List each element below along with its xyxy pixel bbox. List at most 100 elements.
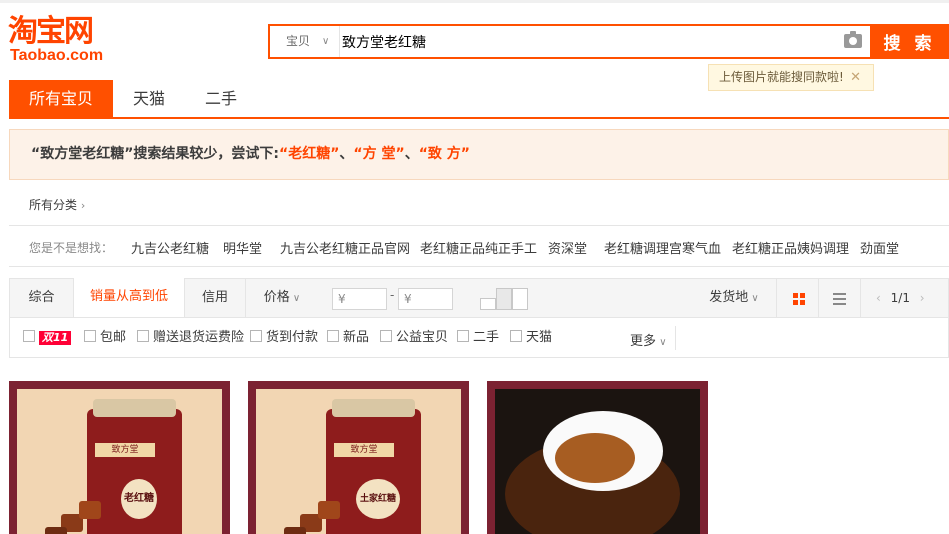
chevron-right-icon[interactable]: › — [920, 291, 925, 305]
filter-charity[interactable]: 公益宝贝 — [380, 330, 448, 346]
sort-bar: 综合 销量从高到低 信用 价格 ∨ ¥ - ¥ 发货地 ∨ ‹ 1/1 › — [9, 278, 949, 318]
price-min-input[interactable]: ¥ — [332, 288, 387, 310]
filter-label: 货到付款 — [266, 330, 319, 345]
product-image[interactable] — [495, 389, 700, 534]
checkbox[interactable] — [327, 330, 339, 342]
notice-separator: 、 — [339, 146, 354, 162]
product-image[interactable]: 致方堂 土家红糖 — [256, 389, 461, 534]
search-button[interactable]: 搜 索 — [870, 24, 949, 59]
chevron-left-icon[interactable]: ‹ — [876, 291, 881, 305]
product-brand-label: 致方堂 — [334, 443, 394, 457]
filter-row: 双11 包邮 赠送退货运费险 货到付款 新品 公益宝贝 二手 天猫 更多 ∨ — [9, 318, 949, 358]
product-name-label: 土家红糖 — [356, 479, 400, 519]
divider — [776, 279, 777, 317]
checkbox[interactable] — [457, 330, 469, 342]
sort-by-price[interactable]: 价格 ∨ — [256, 279, 308, 317]
filter-label: 天猫 — [526, 330, 553, 345]
sort-by-credit[interactable]: 信用 — [185, 279, 245, 317]
filter-label: 新品 — [343, 330, 370, 345]
filter-new[interactable]: 新品 — [327, 330, 369, 346]
product-card[interactable]: 致方堂 老红糖 — [9, 381, 230, 534]
divider — [818, 279, 819, 317]
camera-icon[interactable] — [844, 31, 862, 48]
ship-from-label: 发货地 — [709, 290, 749, 305]
sort-by-sales[interactable]: 销量从高到低 — [73, 278, 185, 317]
tab-secondhand[interactable]: 二手 — [185, 80, 257, 117]
logo-chinese: 淘宝网 — [8, 14, 94, 49]
suggested-keyword[interactable]: “致 方” — [419, 146, 470, 162]
result-tabs: 所有宝贝 天猫 二手 — [9, 80, 949, 119]
checkbox[interactable] — [250, 330, 262, 342]
divider — [860, 279, 861, 317]
sugar-cube-graphic — [45, 527, 67, 534]
sugar-cube-graphic — [318, 501, 340, 519]
sort-default[interactable]: 综合 — [10, 279, 73, 317]
checkbox[interactable] — [84, 330, 96, 342]
notice-separator: 、 — [404, 146, 419, 162]
more-filters-button[interactable]: 更多 ∨ — [630, 330, 667, 349]
chevron-down-icon: ∨ — [656, 337, 667, 348]
filter-label: 二手 — [473, 330, 500, 345]
filter-free-shipping[interactable]: 包邮 — [84, 330, 126, 346]
sugar-cube-graphic — [79, 501, 101, 519]
page-indicator: 1/1 — [890, 291, 910, 305]
suggestion-link[interactable]: 劲面堂 — [860, 238, 899, 257]
suggestion-link[interactable]: 老红糖正品姨妈调理 — [732, 238, 849, 257]
suggestion-link[interactable]: 九吉公老红糖正品官网 — [280, 238, 410, 257]
checkbox[interactable] — [380, 330, 392, 342]
filter-double11[interactable]: 双11 — [23, 330, 72, 346]
more-label: 更多 — [630, 334, 657, 349]
search-type-dropdown[interactable]: 宝贝 ∨ — [270, 26, 340, 57]
list-view-icon[interactable] — [833, 293, 846, 305]
filter-label: 公益宝贝 — [396, 330, 449, 345]
price-block[interactable] — [480, 298, 496, 310]
tab-all[interactable]: 所有宝贝 — [9, 80, 113, 117]
search-type-label: 宝贝 — [286, 34, 311, 48]
notice-text: “致方堂老红糖”搜索结果较少，尝试下: — [31, 146, 279, 162]
grid-view-icon[interactable] — [793, 293, 805, 305]
few-results-notice: “致方堂老红糖”搜索结果较少，尝试下:“老红糖”、“方 堂”、“致 方” — [9, 129, 949, 180]
ship-from-dropdown[interactable]: 发货地 ∨ — [706, 279, 762, 317]
product-card[interactable]: 致方堂 土家红糖 — [248, 381, 469, 534]
filter-tmall[interactable]: 天猫 — [510, 330, 552, 346]
checkbox[interactable] — [23, 330, 35, 342]
all-categories-link[interactable]: 所有分类 › — [29, 196, 85, 213]
price-block[interactable] — [496, 288, 512, 310]
search-box: 宝贝 ∨ — [268, 24, 870, 59]
product-image[interactable]: 致方堂 老红糖 — [17, 389, 222, 534]
suggestion-link[interactable]: 明华堂 — [223, 238, 262, 257]
filter-secondhand[interactable]: 二手 — [457, 330, 499, 346]
search-input[interactable] — [342, 26, 832, 57]
checkbox[interactable] — [510, 330, 522, 342]
all-categories-label: 所有分类 — [29, 198, 78, 212]
price-block[interactable] — [512, 288, 528, 310]
product-card[interactable] — [487, 381, 708, 534]
chevron-right-icon: › — [80, 199, 86, 212]
sugar-cube-graphic — [284, 527, 306, 534]
search-bar: 宝贝 ∨ 搜 索 — [268, 24, 949, 59]
suggestion-link[interactable]: 老红糖正品纯正手工 — [420, 238, 537, 257]
taobao-logo[interactable]: 淘宝网 Taobao.com — [8, 14, 118, 66]
filter-cash-on-delivery[interactable]: 货到付款 — [250, 330, 318, 346]
suggested-keyword[interactable]: “老红糖” — [279, 146, 339, 162]
sort-price-label: 价格 — [263, 290, 290, 305]
filter-return-insurance[interactable]: 赠送退货运费险 — [137, 330, 244, 346]
product-brand-label: 致方堂 — [95, 443, 155, 457]
top-divider — [0, 0, 949, 3]
product-name-label: 老红糖 — [121, 479, 157, 519]
suggestion-link[interactable]: 九吉公老红糖 — [131, 238, 209, 257]
suggestion-link[interactable]: 资深堂 — [548, 238, 587, 257]
price-range-blocks[interactable] — [480, 288, 528, 310]
did-you-mean-label: 您是不是想找： — [29, 241, 114, 255]
double11-badge: 双11 — [39, 331, 72, 345]
suggestion-link[interactable]: 老红糖调理宫寒气血 — [604, 238, 721, 257]
syrup-graphic — [555, 433, 635, 483]
suggested-keyword[interactable]: “方 堂” — [353, 146, 404, 162]
checkbox[interactable] — [137, 330, 149, 342]
price-max-input[interactable]: ¥ — [398, 288, 453, 310]
chevron-down-icon: ∨ — [748, 293, 759, 304]
jar-lid-graphic — [332, 399, 415, 417]
tab-tmall[interactable]: 天猫 — [113, 80, 185, 117]
filter-label: 包邮 — [100, 330, 127, 345]
pager: ‹ 1/1 › — [876, 279, 925, 317]
